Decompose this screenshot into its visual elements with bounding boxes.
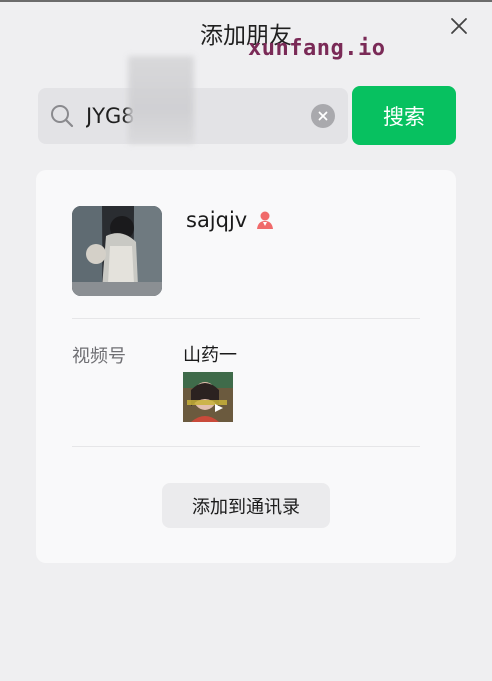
window-top-border	[0, 0, 492, 2]
blur-overlay	[128, 56, 194, 144]
add-to-contacts-button[interactable]: 添加到通讯录	[162, 483, 330, 528]
nickname-row: sajqjv	[186, 208, 275, 232]
search-icon	[51, 105, 74, 128]
avatar[interactable]	[72, 206, 162, 296]
divider	[72, 318, 420, 319]
search-input[interactable]	[86, 88, 306, 144]
avatar-image	[72, 206, 162, 296]
channels-label: 视频号	[72, 346, 126, 367]
female-user-icon	[257, 211, 274, 229]
clear-icon	[318, 111, 328, 121]
search-result-card: sajqjv 视频号 山药一 添加到通讯录	[36, 170, 456, 563]
divider	[72, 446, 420, 447]
clear-search-button[interactable]	[311, 104, 335, 128]
video-thumbnail-image	[183, 372, 233, 422]
close-button[interactable]	[446, 13, 472, 39]
channels-video-thumbnail[interactable]	[183, 372, 233, 422]
close-icon	[451, 18, 467, 34]
search-button[interactable]: 搜索	[352, 86, 456, 145]
dialog-title: 添加朋友	[200, 23, 292, 49]
channels-name[interactable]: 山药一	[183, 341, 237, 367]
watermark: xunfang.io	[248, 36, 386, 61]
nickname: sajqjv	[186, 208, 248, 232]
